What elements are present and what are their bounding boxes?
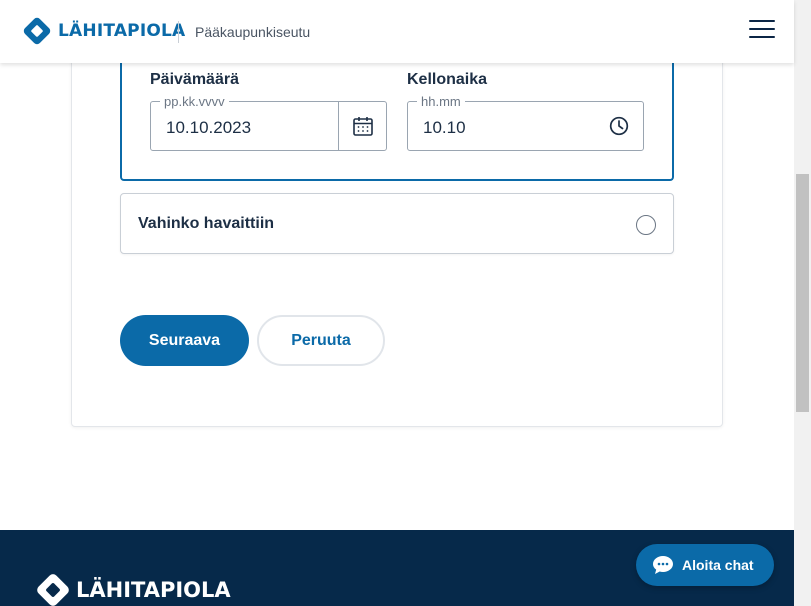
date-label: Päivämäärä: [150, 71, 239, 88]
site-header: LÄHITAPIOLA Pääkaupunkiseutu: [0, 0, 794, 63]
chat-label: Aloita chat: [682, 557, 754, 573]
time-placeholder: hh.mm: [417, 94, 465, 109]
time-value[interactable]: 10.10: [423, 118, 466, 138]
logo-mark-icon: [23, 17, 51, 45]
brand-logo[interactable]: LÄHITAPIOLA: [22, 16, 185, 46]
brand-name: LÄHITAPIOLA: [58, 21, 186, 41]
date-placeholder: pp.kk.vvvv: [160, 94, 229, 109]
damage-noticed-option[interactable]: Vahinko havaittiin: [120, 193, 674, 254]
time-label: Kellonaika: [407, 71, 488, 88]
start-chat-button[interactable]: Aloita chat: [636, 544, 774, 586]
scrollbar-thumb[interactable]: [796, 174, 809, 412]
header-divider: [178, 21, 179, 43]
footer-brand-name: LÄHITAPIOLA: [76, 578, 231, 602]
cancel-button[interactable]: Peruuta: [257, 315, 385, 366]
footer-logo[interactable]: LÄHITAPIOLA: [35, 572, 231, 606]
next-button[interactable]: Seuraava: [120, 315, 249, 366]
damage-noticed-radio[interactable]: [636, 215, 656, 235]
clock-icon[interactable]: [609, 116, 629, 136]
calendar-icon: [352, 117, 373, 136]
hamburger-menu-icon[interactable]: [749, 20, 775, 40]
date-value[interactable]: 10.10.2023: [166, 118, 251, 138]
damage-noticed-label: Vahinko havaittiin: [138, 215, 275, 232]
chat-bubble-icon: [653, 556, 673, 574]
time-field[interactable]: hh.mm 10.10: [407, 94, 644, 151]
vertical-scrollbar[interactable]: [794, 0, 811, 606]
date-field[interactable]: pp.kk.vvvv 10.10.2023: [150, 94, 387, 151]
calendar-button[interactable]: [338, 102, 386, 150]
footer-logo-mark-icon: [37, 574, 69, 606]
region-name: Pääkaupunkiseutu: [195, 24, 311, 40]
